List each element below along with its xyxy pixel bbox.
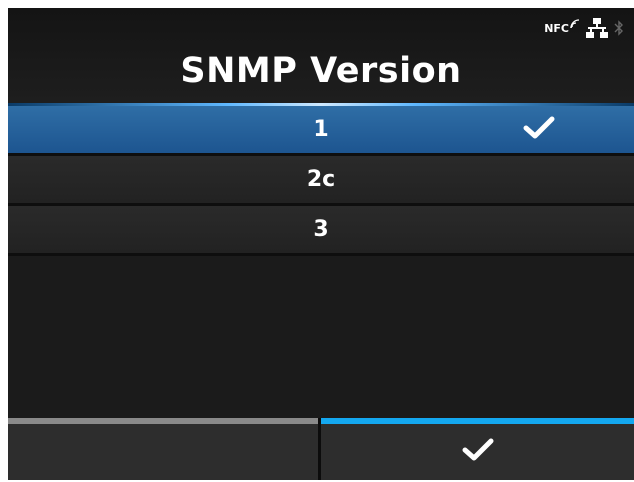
list-item-label: 2c (306, 167, 336, 192)
confirm-softkey[interactable] (321, 418, 634, 480)
status-bar: NFC (544, 18, 624, 38)
list-item-label: 3 (313, 217, 329, 242)
network-icon (586, 18, 608, 38)
bluetooth-icon (614, 19, 624, 37)
list-item-version-1[interactable]: 1 (8, 106, 634, 156)
nfc-label: NFC (544, 21, 569, 35)
header: NFC SNMP Version (8, 8, 634, 103)
page-title: SNMP Version (180, 51, 462, 91)
checkmark-icon (523, 115, 555, 147)
version-list: 1 2c 3 (8, 106, 634, 256)
list-item-version-2c[interactable]: 2c (8, 156, 634, 206)
softkey-bar (8, 418, 634, 480)
checkmark-icon (462, 437, 494, 467)
left-softkey[interactable] (8, 418, 318, 480)
printer-screen: NFC SNMP Version 1 2c 3 (8, 8, 634, 480)
nfc-icon: NFC (544, 18, 580, 35)
list-item-version-3[interactable]: 3 (8, 206, 634, 256)
